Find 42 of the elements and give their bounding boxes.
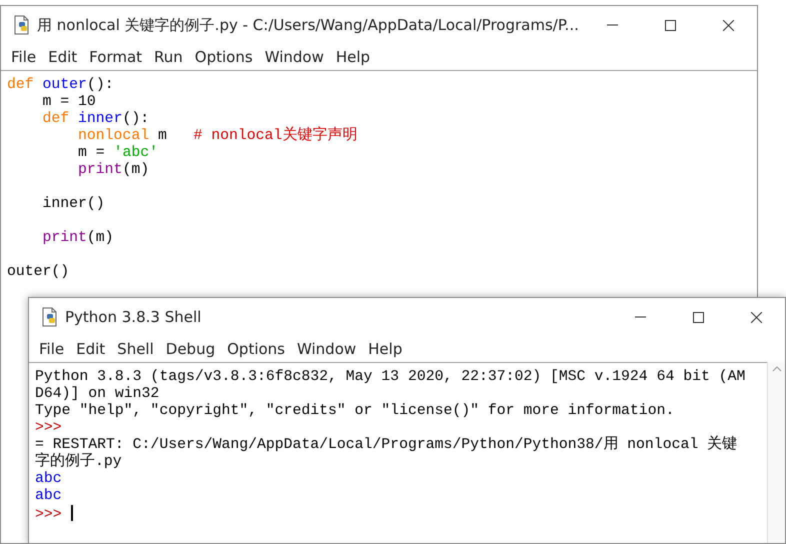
menu-item[interactable]: Window — [291, 338, 362, 360]
window-title: Python 3.8.3 Shell — [65, 306, 202, 328]
code-line: abc — [35, 488, 62, 505]
code-line: >>> — [35, 420, 62, 437]
code-line: 字的例子.py — [35, 454, 122, 471]
menu-item[interactable]: Help — [362, 338, 408, 360]
code-line: = RESTART: C:/Users/Wang/AppData/Local/Programs/Python/Python38/用 nonlocal 关键 — [35, 437, 738, 453]
code-line: D64)] on win32 — [35, 386, 160, 403]
code-line: def outer(): — [7, 77, 114, 94]
menu-item[interactable]: Window — [258, 46, 330, 68]
code-line: m = 'abc' — [77, 145, 158, 162]
code-line: abc — [35, 471, 62, 488]
code-line: Python 3.8.3 (tags/v3.8.3:6f8c832, May 13 2020, 22:37:02) [MSC v.1924 64 bit (AM — [35, 369, 746, 386]
code-line: nonlocal m # nonlocal关键字声明 — [77, 128, 358, 145]
menu-item[interactable]: Help — [330, 46, 376, 68]
menu-item[interactable]: Run — [148, 46, 189, 68]
menu-item[interactable]: Edit — [42, 46, 84, 68]
menu-item[interactable]: Format — [83, 46, 148, 68]
maximize-icon[interactable] — [692, 312, 704, 322]
close-icon[interactable] — [750, 312, 762, 322]
code-line: Type "help", "copyright", "credits" or "license()" for more information. — [35, 403, 674, 420]
maximize-icon[interactable] — [664, 20, 676, 30]
code-line: outer() — [7, 264, 70, 281]
python-file-icon — [13, 15, 31, 35]
code-line: def inner(): — [42, 111, 150, 128]
scroll-up-icon[interactable] — [772, 366, 782, 372]
python-file-icon — [41, 307, 59, 327]
menu-item[interactable]: Options — [188, 46, 259, 68]
menu-item[interactable]: File — [33, 338, 70, 360]
code-line: inner() — [42, 196, 105, 213]
menu-item[interactable]: Edit — [70, 338, 112, 360]
code-line: >>> — [35, 505, 73, 522]
menu-item[interactable]: File — [5, 46, 42, 68]
menu-item[interactable]: Shell — [111, 338, 160, 360]
menu-item[interactable]: Debug — [160, 338, 222, 360]
code-line: print(m) — [77, 162, 150, 179]
scrollbar[interactable] — [767, 362, 785, 543]
menu-item[interactable]: Options — [221, 338, 291, 360]
window-title: 用 nonlocal 关键字的例子.py - C:/Users/Wang/AppData/Local/Programs/P... — [37, 14, 579, 36]
close-icon[interactable] — [722, 20, 734, 30]
code-line: m = 10 — [42, 94, 96, 111]
code-line: print(m) — [42, 230, 114, 247]
